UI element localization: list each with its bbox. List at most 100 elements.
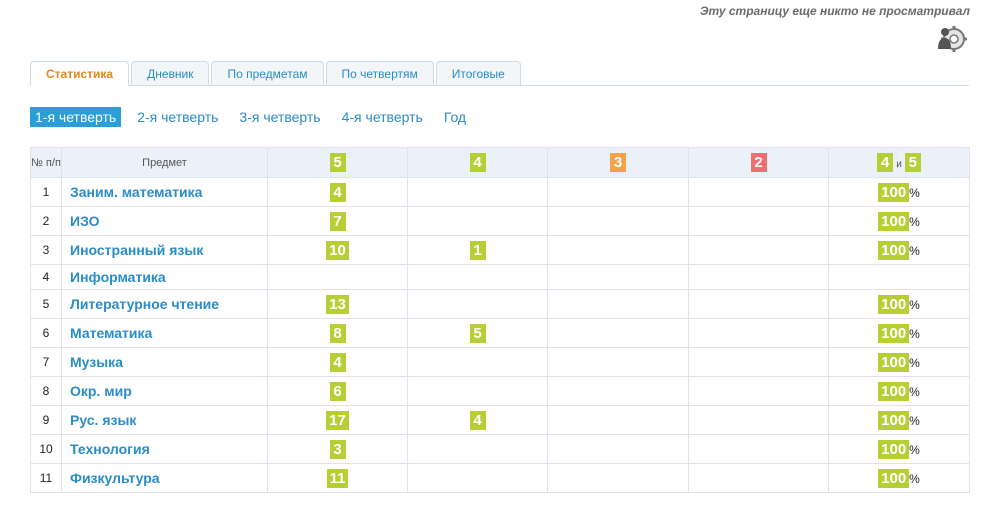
grade-5-count-cell: 3 — [267, 434, 408, 464]
quality-percent-badge: 100 — [878, 410, 910, 430]
subject-link[interactable]: Рус. язык — [70, 412, 136, 428]
subject-cell: Информатика — [61, 264, 268, 290]
subject-link[interactable]: ИЗО — [70, 213, 100, 229]
grade-3-count-cell — [547, 376, 689, 406]
header-num: № п/п — [30, 147, 62, 178]
row-number: 7 — [30, 347, 62, 377]
quality-percent-cell: 100% — [828, 318, 970, 348]
grade-3-count-cell — [547, 177, 689, 207]
header-grade-4: 4 — [407, 147, 548, 178]
grade-count-badge: 4 — [469, 410, 486, 430]
subject-link[interactable]: Заним. математика — [70, 184, 202, 200]
grade-3-count-cell — [547, 405, 689, 435]
table-row: 9 Рус. язык 17 4 100% — [30, 405, 970, 435]
subject-link[interactable]: Информатика — [70, 269, 166, 285]
subject-cell: Иностранный язык — [61, 235, 268, 265]
quality-percent-badge: 100 — [878, 439, 910, 459]
subject-link[interactable]: Иностранный язык — [70, 242, 203, 258]
tab-5[interactable]: Итоговые — [435, 61, 521, 85]
subject-cell: ИЗО — [61, 206, 268, 236]
grade-5-count-cell: 4 — [267, 177, 408, 207]
percent-sign: % — [909, 442, 920, 457]
grade-3-count-cell — [547, 264, 689, 290]
quality-percent-badge: 100 — [878, 468, 910, 488]
quality-percent-badge: 100 — [878, 211, 910, 231]
subject-link[interactable]: Литературное чтение — [70, 296, 219, 312]
row-number: 9 — [30, 405, 62, 435]
subject-cell: Окр. мир — [61, 376, 268, 406]
subject-link[interactable]: Математика — [70, 325, 152, 341]
subject-cell: Математика — [61, 318, 268, 348]
subject-link[interactable]: Технология — [70, 441, 150, 457]
quarter-link-4[interactable]: 4-я четверть — [337, 107, 428, 127]
grade-count-badge: 3 — [329, 439, 346, 459]
subject-cell: Литературное чтение — [61, 289, 268, 319]
percent-sign: % — [909, 326, 920, 341]
grade-2-count-cell — [688, 177, 829, 207]
quarter-link-2[interactable]: 2-я четверть — [132, 107, 223, 127]
grade-5-badge: 5 — [904, 153, 921, 172]
quality-percent-cell: 100% — [828, 177, 970, 207]
header-grade-4-and-5: 4и5 — [828, 147, 970, 178]
grade-4-count-cell — [407, 177, 548, 207]
table-row: 10 Технология 3 100% — [30, 434, 970, 464]
grade-count-badge: 4 — [329, 352, 346, 372]
row-number: 3 — [30, 235, 62, 265]
subject-cell: Рус. язык — [61, 405, 268, 435]
grade-count-badge: 1 — [469, 240, 486, 260]
tab-1[interactable]: Статистика — [30, 61, 130, 86]
grade-4-count-cell — [407, 347, 548, 377]
table-row: 7 Музыка 4 100% — [30, 347, 970, 377]
grade-4-count-cell — [407, 434, 548, 464]
grade-count-badge: 7 — [329, 211, 346, 231]
header-grade-2: 2 — [688, 147, 829, 178]
grade-count-badge: 6 — [329, 381, 346, 401]
grade-2-count-cell — [688, 463, 829, 493]
subject-link[interactable]: Окр. мир — [70, 383, 132, 399]
subject-link[interactable]: Музыка — [70, 354, 123, 370]
subject-link[interactable]: Физкультура — [70, 470, 160, 486]
percent-sign: % — [909, 384, 920, 399]
tab-4[interactable]: По четвертям — [325, 61, 434, 85]
gear-person-icon — [938, 26, 967, 52]
grade-4-count-cell — [407, 206, 548, 236]
row-number: 5 — [30, 289, 62, 319]
grade-5-badge: 5 — [329, 153, 346, 172]
grade-5-count-cell: 7 — [267, 206, 408, 236]
quarter-link-5[interactable]: Год — [439, 107, 471, 127]
grade-3-badge: 3 — [610, 153, 626, 172]
grade-3-count-cell — [547, 289, 689, 319]
grade-5-count-cell — [267, 264, 408, 290]
grade-2-count-cell — [688, 347, 829, 377]
subject-cell: Физкультура — [61, 463, 268, 493]
tab-2[interactable]: Дневник — [131, 61, 210, 85]
grade-2-count-cell — [688, 289, 829, 319]
grade-3-count-cell — [547, 347, 689, 377]
grade-2-count-cell — [688, 264, 829, 290]
table-row: 8 Окр. мир 6 100% — [30, 376, 970, 406]
quality-percent-badge: 100 — [878, 182, 910, 202]
grade-2-count-cell — [688, 206, 829, 236]
grade-5-count-cell: 8 — [267, 318, 408, 348]
grade-3-count-cell — [547, 463, 689, 493]
row-number: 6 — [30, 318, 62, 348]
quarter-link-1[interactable]: 1-я четверть — [30, 107, 122, 127]
table-row: 11 Физкультура 11 100% — [30, 463, 970, 493]
quality-percent-cell: 100% — [828, 289, 970, 319]
tab-3[interactable]: По предметам — [211, 61, 324, 85]
percent-sign: % — [909, 413, 920, 428]
quality-percent-cell: 100% — [828, 405, 970, 435]
views-note: Эту страницу еще никто не просматривал — [699, 4, 970, 18]
grade-2-count-cell — [688, 434, 829, 464]
percent-sign: % — [909, 471, 920, 486]
table-row: 5 Литературное чтение 13 100% — [30, 289, 970, 319]
quarter-link-3[interactable]: 3-я четверть — [234, 107, 325, 127]
grade-5-count-cell: 4 — [267, 347, 408, 377]
grade-3-count-cell — [547, 318, 689, 348]
percent-sign: % — [909, 214, 920, 229]
grade-count-badge: 4 — [329, 182, 346, 202]
quality-percent-cell: 100% — [828, 235, 970, 265]
grade-3-count-cell — [547, 434, 689, 464]
row-number: 8 — [30, 376, 62, 406]
quality-percent-badge: 100 — [878, 323, 910, 343]
